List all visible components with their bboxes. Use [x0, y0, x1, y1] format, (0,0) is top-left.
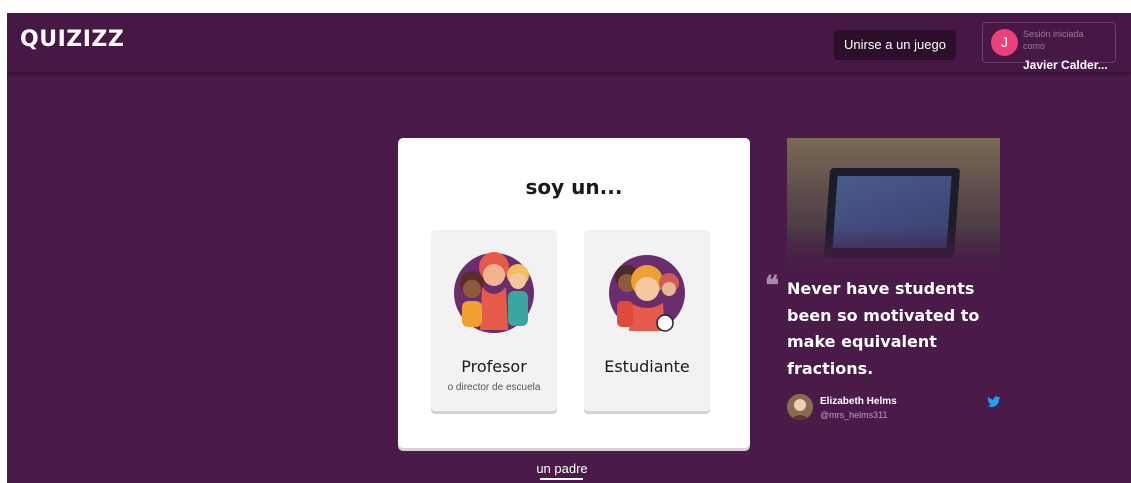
teacher-option[interactable]: Profesor o director de escuela [431, 230, 557, 411]
student-option[interactable]: Estudiante [584, 230, 710, 411]
author-photo-icon [787, 394, 813, 420]
top-bar: QUIZIZZ Unirse a un juego J Sesión inici… [7, 13, 1131, 73]
photo-fade [787, 226, 1000, 271]
parent-link-underline [540, 478, 583, 480]
author-handle: @mrs_helms311 [820, 410, 888, 420]
quizizz-logo[interactable]: QUIZIZZ [20, 27, 124, 52]
parent-link[interactable]: un padre [530, 461, 594, 476]
session-username[interactable]: Javier Calder... [1023, 58, 1108, 72]
session-label: Sesión iniciada como [1023, 29, 1084, 51]
student-option-label: Estudiante [604, 357, 690, 376]
role-card: soy un... Profesor o director de escuela [398, 138, 750, 448]
testimonial-quote: Never have students been so motivated to… [787, 279, 980, 378]
author-avatar [787, 394, 813, 420]
quote-icon: ❝ [765, 271, 779, 301]
page-frame: QUIZIZZ Unirse a un juego J Sesión inici… [7, 13, 1131, 483]
session-box[interactable]: J Sesión iniciada como [982, 22, 1116, 63]
student-illustration-icon [609, 255, 685, 332]
twitter-icon[interactable] [987, 396, 1001, 408]
join-game-button[interactable]: Unirse a un juego [834, 30, 956, 60]
user-avatar[interactable]: J [991, 29, 1018, 56]
testimonial-photo [787, 138, 1000, 271]
role-card-title: soy un... [525, 175, 623, 199]
teacher-illustration-icon [454, 252, 534, 333]
author-name: Elizabeth Helms [820, 396, 897, 407]
teacher-option-sublabel: o director de escuela [447, 382, 541, 393]
teacher-option-label: Profesor [461, 357, 527, 376]
